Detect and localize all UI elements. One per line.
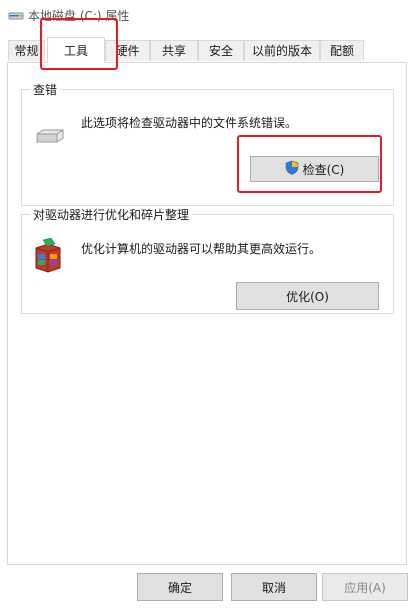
tab-security[interactable]: 安全	[198, 40, 244, 61]
error-check-group: 查错 此选项将检查驱动器中的文件系统错误。 检查(C)	[21, 81, 394, 206]
tools-panel: 查错 此选项将检查驱动器中的文件系统错误。 检查(C) 对驱动器进行优化和碎片整…	[7, 62, 407, 565]
apply-button-label: 应用(A)	[344, 580, 386, 595]
optimize-group-label: 对驱动器进行优化和碎片整理	[30, 206, 193, 223]
drive-icon	[8, 8, 24, 22]
ok-button-label: 确定	[167, 580, 192, 595]
cancel-button-label: 取消	[261, 580, 286, 595]
optimize-description: 优化计算机的驱动器可以帮助其更高效运行。	[81, 242, 322, 256]
error-check-group-label: 查错	[30, 81, 61, 98]
apply-button[interactable]: 应用(A)	[322, 573, 408, 601]
cancel-button[interactable]: 取消	[231, 573, 317, 601]
ok-button[interactable]: 确定	[137, 573, 223, 601]
tab-tools[interactable]: 工具	[47, 37, 105, 63]
tab-strip: 常规 工具 硬件 共享 安全 以前的版本 配额	[8, 37, 408, 63]
error-check-description: 此选项将检查驱动器中的文件系统错误。	[81, 116, 298, 130]
uac-shield-icon	[285, 160, 299, 178]
optimize-button-label: 优化(O)	[286, 289, 329, 304]
check-button-label: 检查(C)	[302, 162, 345, 177]
tab-general[interactable]: 常规	[8, 40, 45, 61]
window-title: 本地磁盘 (C:) 属性	[28, 9, 130, 23]
check-button[interactable]: 检查(C)	[250, 156, 379, 182]
tab-previous-versions[interactable]: 以前的版本	[244, 40, 320, 61]
tab-quota[interactable]: 配额	[320, 40, 364, 61]
drive-icon	[35, 128, 65, 147]
tab-hardware[interactable]: 硬件	[105, 40, 150, 61]
title-bar: 本地磁盘 (C:) 属性	[0, 0, 415, 30]
optimize-group: 对驱动器进行优化和碎片整理 优化计算机的驱动器可以帮助其更高效运行。 优化(O)	[21, 206, 394, 314]
defrag-icon	[33, 237, 63, 277]
tab-sharing[interactable]: 共享	[150, 40, 198, 61]
optimize-button[interactable]: 优化(O)	[236, 282, 379, 310]
